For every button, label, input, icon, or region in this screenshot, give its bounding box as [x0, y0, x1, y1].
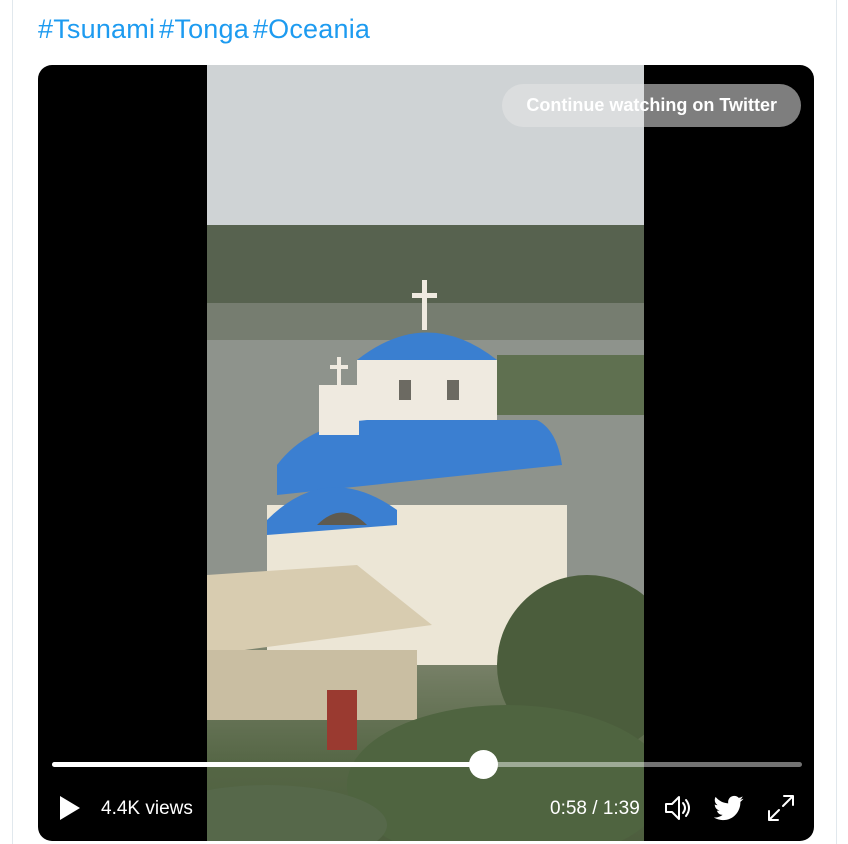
progress-bar[interactable]: [52, 750, 802, 779]
video-thumbnail-image: [207, 65, 644, 841]
card-border-left: [12, 0, 13, 844]
play-button[interactable]: [58, 794, 82, 822]
fullscreen-button[interactable]: [765, 792, 797, 824]
progress-fill: [52, 762, 484, 767]
view-count: 4.4K views: [101, 798, 193, 819]
video-frame[interactable]: [207, 65, 644, 841]
volume-icon: [665, 796, 690, 820]
hashtag-link[interactable]: #Oceania: [253, 14, 370, 44]
hashtag-link[interactable]: #Tsunami: [38, 14, 155, 44]
fullscreen-icon: [768, 795, 794, 821]
video-player[interactable]: Continue watching on Twitter 4.4K views …: [38, 65, 814, 841]
twitter-bird-icon: [713, 795, 744, 821]
hashtag-row: #Tsunami #Tonga #Oceania: [38, 14, 374, 45]
play-icon: [60, 796, 80, 820]
hashtag-link[interactable]: #Tonga: [159, 14, 249, 44]
continue-watching-button[interactable]: Continue watching on Twitter: [502, 84, 801, 127]
volume-button[interactable]: [662, 792, 694, 824]
playback-time: 0:58 / 1:39: [550, 798, 640, 819]
card-border-right: [836, 0, 837, 844]
twitter-button[interactable]: [713, 793, 744, 823]
